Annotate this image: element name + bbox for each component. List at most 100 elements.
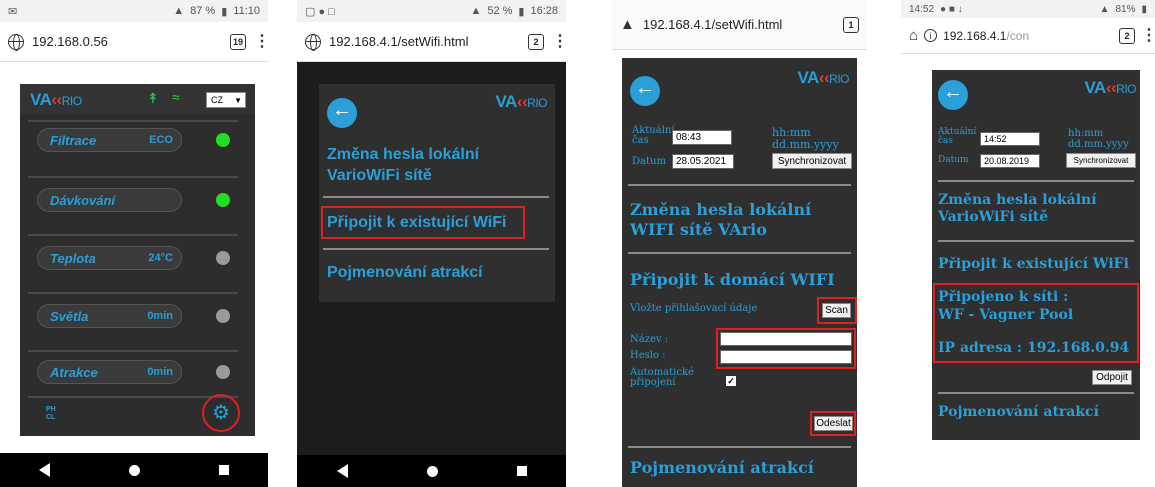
tab-count-button[interactable]: 2 — [1119, 27, 1135, 44]
back-arrow-button[interactable] — [630, 76, 660, 106]
auto-connect-checkbox[interactable]: ✓ — [726, 376, 736, 386]
sync-button[interactable]: Synchronizovat — [1066, 153, 1136, 168]
back-nav-icon[interactable] — [39, 463, 51, 477]
recents-nav-icon[interactable] — [218, 465, 229, 475]
status-dot-off — [216, 309, 230, 323]
overflow-menu-icon[interactable]: ⋮ — [1141, 27, 1155, 44]
row-label: Dávkování — [50, 193, 116, 208]
highlight-connection-info — [933, 283, 1139, 363]
login-prompt: Vložte přihlašovací údaje — [630, 303, 758, 314]
divider — [28, 176, 238, 178]
address-bar[interactable]: ⌂ i 192.168.4.1/con 2 ⋮ — [901, 18, 1155, 54]
section-change-password[interactable]: Změna hesla lokální WIFI sítě VArio — [630, 200, 845, 240]
divider — [628, 446, 851, 448]
disconnect-button[interactable]: Odpojit — [1092, 370, 1132, 385]
warning-icon: ▲ — [620, 16, 635, 33]
address-bar[interactable]: 192.168.4.1/setWifi.html 2 ⋮ — [297, 22, 566, 62]
row-svetla[interactable]: Světla 0min — [37, 304, 182, 328]
row-value: 0min — [147, 366, 173, 378]
divider — [323, 248, 549, 250]
menu-item-name-attractions[interactable]: Pojmenování atrakcí — [327, 264, 483, 282]
ph-cl-icon[interactable]: PH CL — [46, 406, 62, 422]
divider — [628, 184, 851, 186]
phone-3: ▲ 192.168.4.1/setWifi.html 1 VA‹‹RIO Akt… — [612, 0, 867, 487]
status-bar: 14:52 ● ■ ↓ ▲ 81% ▮ — [901, 0, 1155, 18]
sync-button[interactable]: Synchronizovat — [772, 153, 852, 169]
status-bar: ▢ ● □ ▲ 52 % ▮ 16:28 — [297, 0, 566, 22]
phone-4: 14:52 ● ■ ↓ ▲ 81% ▮ ⌂ i 192.168.4.1/con 2 ⋮… — [901, 0, 1155, 487]
section-name-attractions[interactable]: Pojmenování atrakcí — [938, 404, 1099, 420]
status-dot-off — [216, 251, 230, 265]
highlight-settings — [202, 394, 240, 432]
menu-item-change-password[interactable]: Změna hesla lokální VarioWiFi sítě — [327, 144, 542, 186]
home-nav-icon[interactable] — [426, 465, 438, 477]
row-davkovani[interactable]: Dávkování — [37, 188, 182, 212]
back-arrow-button[interactable] — [327, 98, 357, 128]
app-panel: VA‹‹RIO ↟ ≈ CZ ▼ Filtrace ECO Dávkování T… — [20, 84, 255, 436]
status-bar: ✉ ▲ 87 % ▮ 11:10 — [0, 0, 268, 22]
battery-text: 87 % — [190, 5, 216, 17]
divider — [28, 120, 238, 122]
divider — [323, 196, 549, 198]
divider — [938, 392, 1134, 394]
battery-icon: ▮ — [1141, 3, 1147, 15]
home-nav-icon[interactable] — [128, 464, 140, 476]
url-text[interactable]: 192.168.4.1/setWifi.html — [329, 34, 520, 49]
divider — [938, 180, 1134, 182]
tab-count-button[interactable]: 2 — [528, 33, 544, 50]
back-nav-icon[interactable] — [336, 464, 348, 478]
language-select[interactable]: CZ ▼ — [206, 92, 246, 108]
language-value: CZ — [211, 95, 223, 105]
section-connect-wifi[interactable]: Připojit k existující WiFi — [938, 256, 1129, 272]
wifi-icon: ≈ — [172, 89, 180, 105]
highlight-credentials — [716, 328, 856, 369]
section-change-password[interactable]: Změna hesla lokální VarioWiFi sítě — [938, 192, 1128, 226]
tab-count-button[interactable]: 19 — [230, 33, 246, 50]
tab-count-button[interactable]: 1 — [843, 16, 859, 33]
row-label: Teplota — [50, 251, 96, 266]
divider — [28, 396, 238, 398]
app-panel: VA‹‹RIO Aktuální čas 14:52 hh:mm dd.mm.y… — [932, 70, 1140, 440]
url-text[interactable]: 192.168.4.1/con — [943, 29, 1113, 43]
address-bar[interactable]: 192.168.0.56 19 ⋮ — [0, 22, 268, 62]
time-input[interactable]: 08:43 — [672, 130, 732, 145]
divider — [938, 240, 1134, 242]
overflow-menu-icon[interactable]: ⋮ — [552, 33, 566, 50]
url-text[interactable]: 192.168.0.56 — [32, 34, 222, 49]
recents-nav-icon[interactable] — [516, 466, 527, 476]
row-filtrace[interactable]: Filtrace ECO — [37, 128, 182, 152]
date-input[interactable]: 28.05.2021 — [672, 154, 734, 169]
home-icon[interactable]: ⌂ — [909, 27, 918, 44]
time-label: Aktuální čas — [938, 127, 977, 146]
mail-icon: ✉ — [8, 5, 18, 18]
password-label: Heslo : — [630, 350, 666, 361]
row-atrakce[interactable]: Atrakce 0min — [37, 360, 182, 384]
url-text[interactable]: 192.168.4.1/setWifi.html — [643, 17, 835, 32]
battery-icon: ▮ — [518, 5, 525, 18]
battery-icon: ▮ — [221, 5, 228, 18]
date-input[interactable]: 20.08.2019 — [980, 154, 1040, 168]
status-dot-off — [216, 365, 230, 379]
section-name-attractions[interactable]: Pojmenování atrakcí — [630, 458, 814, 477]
android-nav-bar — [0, 453, 268, 487]
phone-1: ✉ ▲ 87 % ▮ 11:10 192.168.0.56 19 ⋮ VA‹‹RIO … — [0, 0, 268, 487]
address-bar[interactable]: ▲ 192.168.4.1/setWifi.html 1 — [612, 0, 867, 50]
time-format: hh:mm — [1068, 128, 1104, 139]
vario-logo: VA‹‹RIO — [495, 92, 547, 111]
phone-2: ▢ ● □ ▲ 52 % ▮ 16:28 192.168.4.1/setWifi.ht… — [297, 0, 566, 487]
date-label: Datum — [938, 155, 969, 165]
notification-icons: ● ■ ↓ — [940, 3, 963, 15]
back-arrow-button[interactable] — [938, 80, 968, 110]
row-value: 24°C — [148, 252, 173, 264]
row-teplota[interactable]: Teplota 24°C — [37, 246, 182, 270]
section-connect-home-wifi: Připojit k domácí WIFI — [630, 270, 835, 289]
status-time: 16:28 — [530, 5, 558, 17]
date-format: dd.mm.yyyy — [772, 138, 839, 151]
time-input[interactable]: 14:52 — [980, 132, 1040, 146]
status-time: 14:52 — [909, 3, 935, 15]
time-label: Aktuální čas — [632, 125, 675, 146]
battery-text: 52 % — [487, 5, 513, 17]
divider — [28, 292, 238, 294]
divider — [28, 234, 238, 236]
overflow-menu-icon[interactable]: ⋮ — [254, 33, 268, 50]
